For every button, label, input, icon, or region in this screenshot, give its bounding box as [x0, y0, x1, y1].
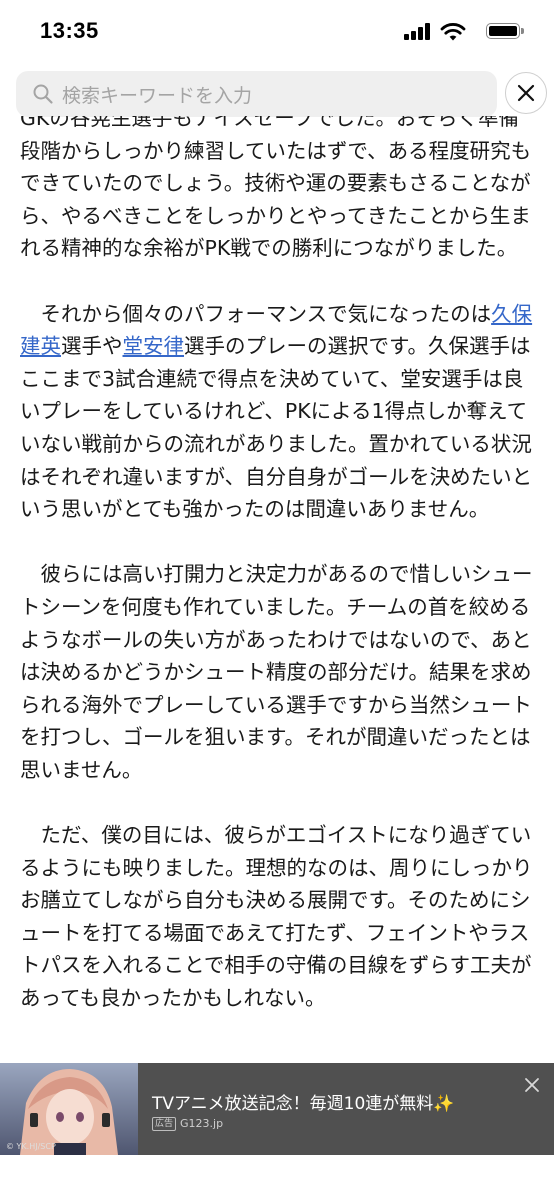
ad-image[interactable]: © YK.HJ/SCP [0, 1063, 138, 1155]
status-bar: 13:35 [0, 0, 554, 64]
bottom-safe-area [0, 1155, 554, 1200]
ad-image-credit: © YK.HJ/SCP [6, 1142, 56, 1151]
wifi-icon [440, 23, 466, 41]
player-link-doan[interactable]: 堂安律 [123, 334, 185, 358]
article-viewport[interactable]: GKの谷晃生選手もナイスセーブでした。おそらく準備段階からしっかり練習していたは… [0, 116, 554, 1062]
article-body: GKの谷晃生選手もナイスセーブでした。おそらく準備段階からしっかり練習していたは… [20, 116, 536, 1047]
search-icon [33, 84, 53, 104]
ad-domain: G123.jp [180, 1117, 224, 1130]
article-paragraph: 彼らには高い打開力と決定力があるので惜しいシュートシーンを何度も作れていました。… [20, 562, 533, 782]
signal-icon [404, 22, 430, 40]
battery-icon [486, 23, 526, 41]
article-paragraph: それから個々のパフォーマンスで気になったのは久保建英選手や堂安律選手のプレーの選… [20, 301, 533, 522]
ad-badge: 広告 [152, 1117, 177, 1131]
ad-close-icon[interactable] [522, 1075, 542, 1095]
status-time: 13:35 [40, 18, 99, 43]
close-icon [517, 84, 535, 102]
close-button[interactable] [505, 72, 547, 114]
article-paragraph: GKの谷晃生選手もナイスセーブでした。おそらく準備段階からしっかり練習していたは… [20, 116, 532, 261]
ad-title[interactable]: TVアニメ放送記念！毎週10連が無料✨ [152, 1089, 454, 1114]
search-placeholder: 検索キーワードを入力 [62, 84, 253, 107]
search-input[interactable]: 検索キーワードを入力 [16, 71, 497, 117]
ad-banner[interactable]: © YK.HJ/SCP TVアニメ放送記念！毎週10連が無料✨ 広告 G123.… [0, 1063, 554, 1155]
article-paragraph: ただ、僕の目には、彼らがエゴイストになり過ぎているようにも映りました。理想的なの… [20, 823, 533, 1011]
